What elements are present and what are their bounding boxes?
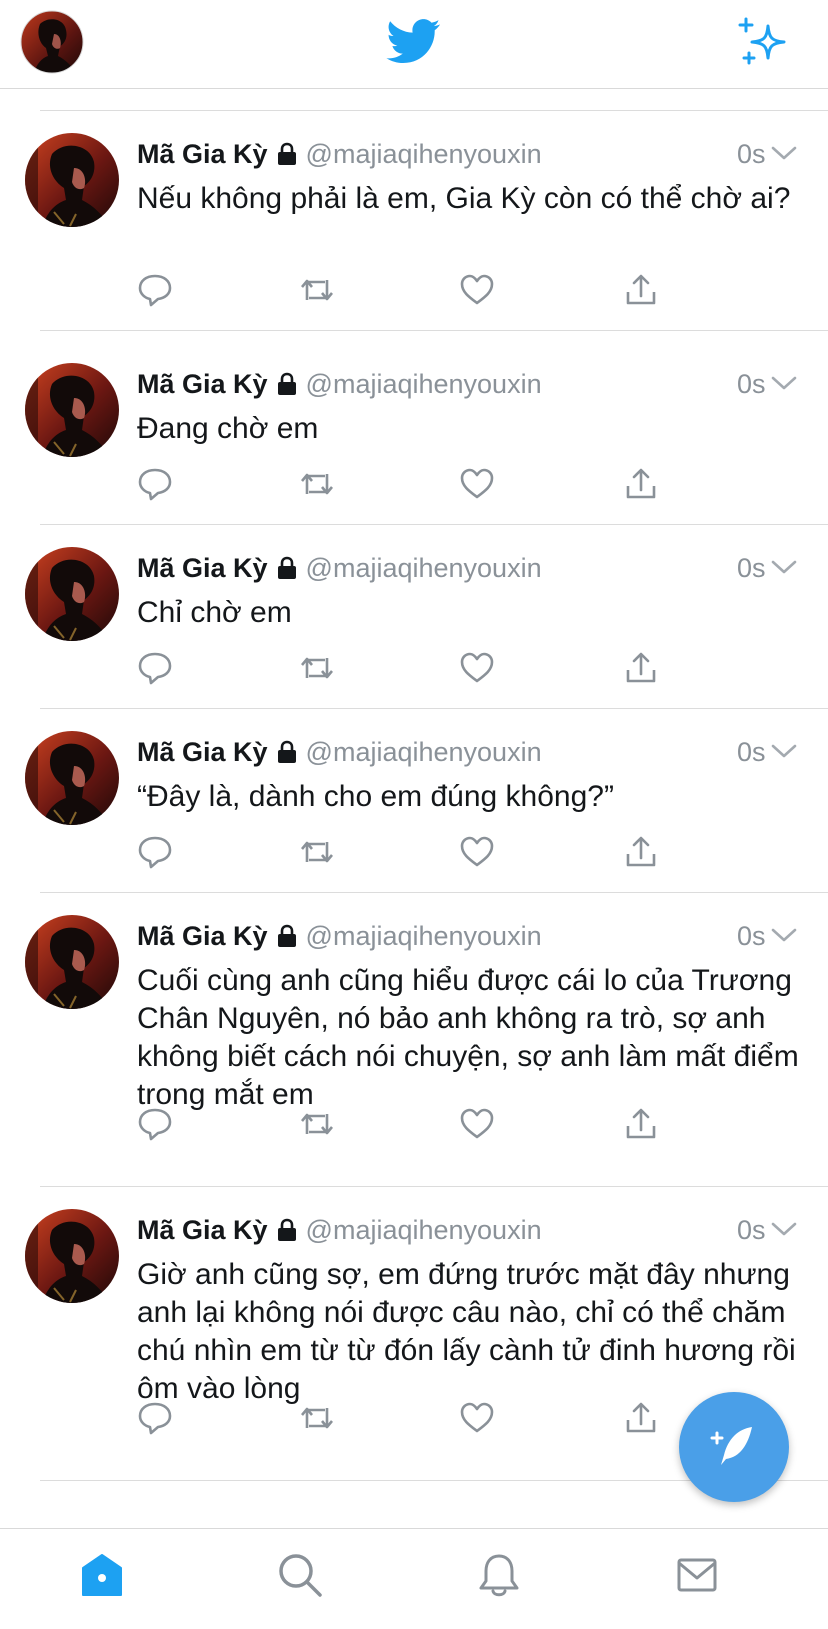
share-icon[interactable] (623, 466, 659, 502)
tweet-actions (137, 1106, 697, 1146)
avatar[interactable] (24, 132, 120, 228)
tweet-actions (137, 1400, 697, 1440)
protected-lock-icon (277, 1218, 296, 1241)
tweet-timestamp: 0s (737, 921, 766, 951)
retweet-icon[interactable] (299, 650, 335, 686)
chevron-down-icon[interactable] (770, 144, 798, 162)
tweet-timestamp: 0s (737, 737, 766, 767)
tweet-actions (137, 272, 697, 312)
protected-lock-icon (277, 142, 296, 165)
username-handle[interactable]: @majiaqihenyouxin (306, 553, 542, 583)
tweet[interactable]: Mã Gia Kỳ @majiaqihenyouxin 0s Chỉ chờ e… (0, 524, 828, 709)
tweet-text: Đang chờ em (137, 412, 319, 445)
tweet-header: Mã Gia Kỳ @majiaqihenyouxin (137, 916, 797, 956)
display-name[interactable]: Mã Gia Kỳ (137, 139, 268, 169)
username-handle[interactable]: @majiaqihenyouxin (306, 1215, 542, 1245)
avatar[interactable] (24, 730, 120, 826)
compose-tweet-button[interactable] (679, 1392, 789, 1502)
display-name[interactable]: Mã Gia Kỳ (137, 553, 268, 583)
compose-tweet-icon (710, 1427, 752, 1465)
tweet-actions (137, 466, 697, 506)
tweet-timestamp: 0s (737, 1215, 766, 1245)
home-icon[interactable] (78, 1551, 126, 1599)
protected-lock-icon (277, 372, 296, 395)
username-handle[interactable]: @majiaqihenyouxin (306, 369, 542, 399)
reply-icon[interactable] (137, 272, 173, 308)
messages-icon[interactable] (673, 1551, 721, 1599)
retweet-icon[interactable] (299, 1400, 335, 1436)
avatar[interactable] (24, 1208, 120, 1304)
avatar[interactable] (24, 546, 120, 642)
retweet-icon[interactable] (299, 1106, 335, 1142)
tweet-text: “Đây là, dành cho em đúng không?” (137, 780, 614, 813)
like-icon[interactable] (459, 650, 495, 686)
username-handle[interactable]: @majiaqihenyouxin (306, 921, 542, 951)
reply-icon[interactable] (137, 466, 173, 502)
protected-lock-icon (277, 556, 296, 579)
chevron-down-icon[interactable] (770, 374, 798, 392)
twitter-bird-logo (386, 19, 441, 64)
username-handle[interactable]: @majiaqihenyouxin (306, 737, 542, 767)
bottom-tab-bar (0, 1528, 828, 1629)
divider (40, 330, 828, 331)
tweet-header: Mã Gia Kỳ @majiaqihenyouxin (137, 134, 797, 174)
search-icon[interactable] (276, 1551, 324, 1599)
tweet[interactable]: Mã Gia Kỳ @majiaqihenyouxin 0s Nếu không… (0, 110, 828, 331)
tweet-text: Giờ anh cũng sợ, em đứng trước mặt đây n… (137, 1258, 796, 1405)
protected-lock-icon (277, 924, 296, 947)
display-name[interactable]: Mã Gia Kỳ (137, 737, 268, 767)
display-name[interactable]: Mã Gia Kỳ (137, 369, 268, 399)
chevron-down-icon[interactable] (770, 1220, 798, 1238)
tweet-header: Mã Gia Kỳ @majiaqihenyouxin (137, 1210, 797, 1250)
tweet-actions (137, 650, 697, 690)
share-icon[interactable] (623, 650, 659, 686)
tweet-text: Nếu không phải là em, Gia Kỳ còn có thể … (137, 182, 791, 215)
timeline-feed[interactable]: Mã Gia Kỳ @majiaqihenyouxin 0s Nếu không… (0, 88, 828, 1528)
like-icon[interactable] (459, 272, 495, 308)
retweet-icon[interactable] (299, 834, 335, 870)
tweet-text: Chỉ chờ em (137, 596, 292, 629)
share-icon[interactable] (623, 1106, 659, 1142)
like-icon[interactable] (459, 466, 495, 502)
chevron-down-icon[interactable] (770, 926, 798, 944)
tweet-header: Mã Gia Kỳ @majiaqihenyouxin (137, 732, 797, 772)
display-name[interactable]: Mã Gia Kỳ (137, 1215, 268, 1245)
tweet-text: Cuối cùng anh cũng hiểu được cái lo của … (137, 964, 799, 1111)
avatar[interactable] (24, 914, 120, 1010)
sparkle-icon[interactable] (736, 16, 792, 72)
tweet[interactable]: Mã Gia Kỳ @majiaqihenyouxin 0s Cuối cùng… (0, 892, 828, 1187)
retweet-icon[interactable] (299, 272, 335, 308)
protected-lock-icon (277, 740, 296, 763)
tweet[interactable]: Mã Gia Kỳ @majiaqihenyouxin 0s Đang chờ … (0, 340, 828, 525)
share-icon[interactable] (623, 1400, 659, 1436)
tweet-timestamp: 0s (737, 369, 766, 399)
reply-icon[interactable] (137, 1106, 173, 1142)
like-icon[interactable] (459, 1106, 495, 1142)
reply-icon[interactable] (137, 650, 173, 686)
share-icon[interactable] (623, 272, 659, 308)
tweet-timestamp: 0s (737, 553, 766, 583)
chevron-down-icon[interactable] (770, 558, 798, 576)
reply-icon[interactable] (137, 1400, 173, 1436)
retweet-icon[interactable] (299, 466, 335, 502)
notifications-icon[interactable] (475, 1551, 523, 1599)
top-bar (0, 0, 828, 89)
tweet-header: Mã Gia Kỳ @majiaqihenyouxin (137, 548, 797, 588)
avatar[interactable] (24, 362, 120, 458)
tweet-timestamp: 0s (737, 139, 766, 169)
chevron-down-icon[interactable] (770, 742, 798, 760)
profile-avatar[interactable] (20, 10, 84, 74)
tweet[interactable]: Mã Gia Kỳ @majiaqihenyouxin 0s “Đây là, … (0, 708, 828, 893)
reply-icon[interactable] (137, 834, 173, 870)
like-icon[interactable] (459, 834, 495, 870)
username-handle[interactable]: @majiaqihenyouxin (306, 139, 542, 169)
like-icon[interactable] (459, 1400, 495, 1436)
display-name[interactable]: Mã Gia Kỳ (137, 921, 268, 951)
tweet-actions (137, 834, 697, 874)
share-icon[interactable] (623, 834, 659, 870)
tweet-header: Mã Gia Kỳ @majiaqihenyouxin (137, 364, 797, 404)
